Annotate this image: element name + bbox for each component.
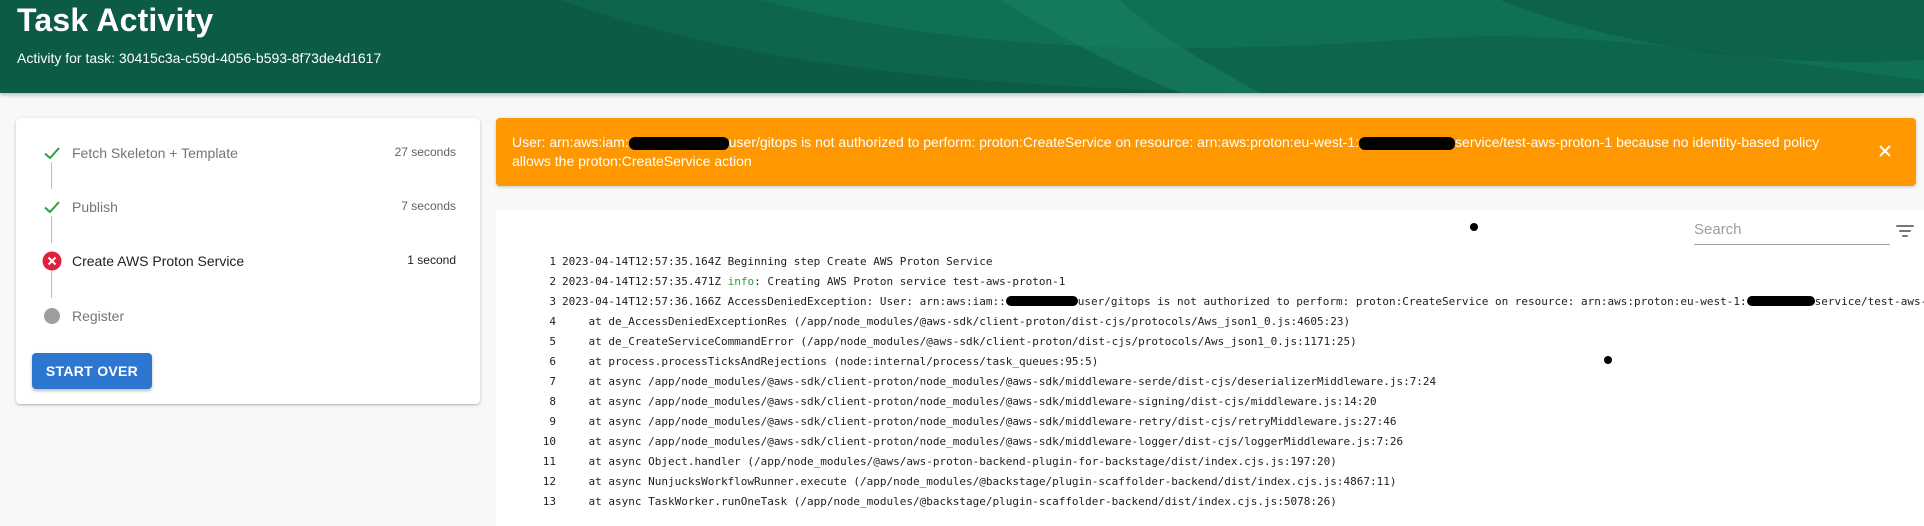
- step-label: Fetch Skeleton + Template: [72, 145, 238, 161]
- header-wave-decoration: [560, 0, 1924, 93]
- close-icon[interactable]: [1876, 142, 1894, 160]
- steps-card: Fetch Skeleton + Template 27 seconds Pub…: [16, 118, 480, 404]
- log-line: 6 at process.processTicksAndRejections (…: [496, 352, 1924, 372]
- line-number: 8: [549, 395, 556, 408]
- line-text: 2023-04-14T12:57:35.164Z Beginning step …: [562, 255, 993, 268]
- log-line: 13 at async TaskWorker.runOneTask (/app/…: [496, 492, 1924, 512]
- line-text: at async /app/node_modules/@aws-sdk/clie…: [562, 435, 1404, 448]
- line-text: at async NunjucksWorkflowRunner.execute …: [562, 475, 1397, 488]
- line-text: at async Object.handler (/app/node_modul…: [562, 455, 1337, 468]
- step-create-proton-service[interactable]: Create AWS Proton Service 1 second: [16, 241, 480, 281]
- log-line: 11 at async Object.handler (/app/node_mo…: [496, 452, 1924, 472]
- step-fetch-skeleton[interactable]: Fetch Skeleton + Template 27 seconds: [16, 133, 480, 173]
- line-text: 2023-04-14T12:57:36.166Z AccessDeniedExc…: [562, 295, 1006, 308]
- line-number: 12: [542, 475, 556, 488]
- line-text: at de_AccessDeniedExceptionRes (/app/nod…: [562, 315, 1351, 328]
- redacted-account-id: [1746, 296, 1815, 306]
- page-subtitle: Activity for task: 30415c3a-c59d-4056-b5…: [17, 50, 382, 66]
- line-text: at async TaskWorker.runOneTask (/app/nod…: [562, 495, 1337, 508]
- start-over-button[interactable]: START OVER: [32, 353, 152, 389]
- line-text: service/test-aws-proton-1 because no ide…: [1814, 295, 1924, 308]
- line-number: 13: [542, 495, 556, 508]
- log-level: info: [727, 275, 755, 288]
- line-text: at de_CreateServiceCommandError (/app/no…: [562, 335, 1357, 348]
- stray-dot: [1470, 223, 1478, 231]
- log-search: [1694, 215, 1890, 245]
- page-header: Task Activity Activity for task: 30415c3…: [0, 0, 1924, 93]
- log-line: 3 2023-04-14T12:57:36.166Z AccessDeniedEx…: [496, 292, 1924, 312]
- error-alert: User: arn:aws:iam: user/gitops is not aut…: [496, 118, 1916, 186]
- line-number: 9: [549, 415, 556, 428]
- filter-icon[interactable]: [1894, 222, 1916, 240]
- step-duration: 7 seconds: [401, 199, 456, 213]
- line-text: at async /app/node_modules/@aws-sdk/clie…: [562, 415, 1397, 428]
- check-icon: [44, 147, 60, 160]
- line-number: 10: [542, 435, 556, 448]
- line-text: at async /app/node_modules/@aws-sdk/clie…: [562, 375, 1437, 388]
- step-duration: 1 second: [407, 253, 456, 267]
- alert-text-part: User: arn:aws:iam:: [512, 134, 629, 150]
- search-input[interactable]: [1694, 215, 1890, 243]
- error-alert-message: User: arn:aws:iam: user/gitops is not aut…: [512, 133, 1832, 171]
- page-title: Task Activity: [17, 2, 214, 38]
- log-line: 8 at async /app/node_modules/@aws-sdk/cl…: [496, 392, 1924, 412]
- log-line: 1 2023-04-14T12:57:35.164Z Beginning step…: [496, 252, 1924, 272]
- log-line: 10 at async /app/node_modules/@aws-sdk/c…: [496, 432, 1924, 452]
- alert-text-part: user/gitops is not authorized to perform…: [728, 134, 1360, 150]
- pending-dot-icon: [44, 308, 60, 324]
- log-line: 9 at async /app/node_modules/@aws-sdk/cl…: [496, 412, 1924, 432]
- line-text: at process.processTicksAndRejections (no…: [562, 355, 1099, 368]
- step-label: Create AWS Proton Service: [72, 253, 245, 269]
- redacted-account-id: [628, 136, 729, 150]
- line-number: 7: [549, 375, 556, 388]
- line-text: 2023-04-14T12:57:35.471Z: [562, 275, 728, 288]
- log-lines: 1 2023-04-14T12:57:35.164Z Beginning step…: [496, 252, 1924, 512]
- log-line: 12 at async NunjucksWorkflowRunner.execu…: [496, 472, 1924, 492]
- line-number: 4: [549, 315, 556, 328]
- line-number: 1: [549, 255, 556, 268]
- line-text: user/gitops is not authorized to perform…: [1077, 295, 1747, 308]
- step-duration: 27 seconds: [394, 145, 456, 159]
- line-number: 6: [549, 355, 556, 368]
- step-publish[interactable]: Publish 7 seconds: [16, 187, 480, 227]
- step-label: Register: [72, 308, 125, 324]
- line-text: : Creating AWS Proton service test-aws-p…: [754, 275, 1066, 288]
- log-line: 4 at de_AccessDeniedExceptionRes (/app/n…: [496, 312, 1924, 332]
- redacted-account-id: [1359, 136, 1456, 150]
- error-icon: [42, 251, 62, 271]
- line-number: 3: [549, 295, 556, 308]
- line-number: 5: [549, 335, 556, 348]
- redacted-account-id: [1005, 296, 1078, 306]
- line-number: 2: [549, 275, 556, 288]
- log-line: 2 2023-04-14T12:57:35.471Z info: Creating…: [496, 272, 1924, 292]
- step-register[interactable]: Register: [16, 296, 480, 336]
- log-panel: 1 2023-04-14T12:57:35.164Z Beginning step…: [496, 210, 1924, 526]
- line-number: 11: [542, 455, 556, 468]
- step-label: Publish: [72, 199, 118, 215]
- log-line: 5 at de_CreateServiceCommandError (/app/…: [496, 332, 1924, 352]
- log-line: 7 at async /app/node_modules/@aws-sdk/cl…: [496, 372, 1924, 392]
- line-text: at async /app/node_modules/@aws-sdk/clie…: [562, 395, 1377, 408]
- check-icon: [44, 201, 60, 214]
